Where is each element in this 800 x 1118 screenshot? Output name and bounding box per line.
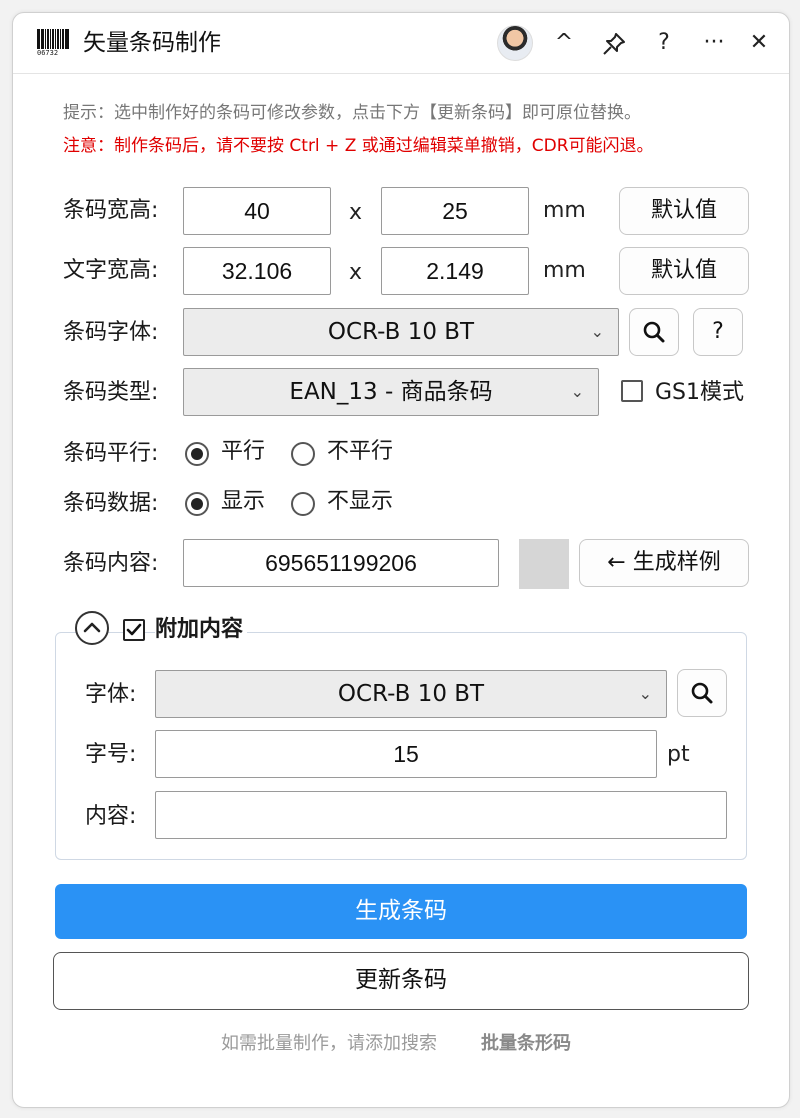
chevron-up-icon — [83, 622, 101, 633]
not-parallel-radio[interactable] — [291, 442, 315, 466]
barcode-logo-icon: 06732 — [37, 29, 69, 59]
footer-search-keyword[interactable]: 批量条形码 — [481, 1031, 571, 1057]
extra-content-title: 附加内容 — [155, 615, 248, 645]
barcode-content-input[interactable]: 695651199206 — [183, 539, 499, 587]
text-size-default-button[interactable]: 默认值 — [619, 247, 749, 295]
barcode-color-swatch[interactable] — [519, 539, 569, 589]
extra-content-input[interactable] — [155, 791, 727, 839]
parallel-option-label: 平行 — [221, 439, 266, 464]
help-button[interactable]: ? — [651, 27, 677, 59]
parallel-radio[interactable] — [185, 442, 209, 466]
text-size-separator: x — [349, 260, 363, 285]
extra-font-select[interactable]: OCR-B 10 BT ⌄ — [155, 670, 667, 718]
tip-text: 提示：选中制作好的条码可修改参数，点击下方【更新条码】即可原位替换。 — [63, 103, 641, 123]
generate-sample-button[interactable]: ← 生成样例 — [579, 539, 749, 587]
extra-size-label: 字号: — [85, 742, 137, 767]
footer-text: 如需批量制作，请添加搜索 — [221, 1033, 437, 1054]
text-width-input[interactable]: 32.106 — [183, 247, 331, 295]
text-height-input[interactable]: 2.149 — [381, 247, 529, 295]
checkmark-icon — [126, 623, 142, 636]
barcode-type-value: EAN_13 - 商品条码 — [289, 379, 493, 405]
extra-content-label: 内容: — [85, 804, 137, 829]
barcode-type-label: 条码类型: — [63, 380, 159, 405]
extra-font-value: OCR-B 10 BT — [337, 681, 485, 707]
barcode-type-select[interactable]: EAN_13 - 商品条码 ⌄ — [183, 368, 599, 416]
barcode-font-search-button[interactable] — [629, 308, 679, 356]
barcode-height-input[interactable]: 25 — [381, 187, 529, 235]
barcode-width-input[interactable]: 40 — [183, 187, 331, 235]
show-data-radio[interactable] — [185, 492, 209, 516]
text-size-unit: mm — [543, 258, 586, 283]
warning-text: 注意：制作条码后，请不要按 Ctrl + Z 或通过编辑菜单撤销，CDR可能闪退… — [63, 136, 654, 156]
collapse-window-button[interactable]: ^ — [551, 27, 577, 59]
barcode-font-help-button[interactable]: ? — [693, 308, 743, 356]
app-window: 06732 矢量条码制作 ^ ? ··· ✕ 提示：选中制作好的条码可修改参数，… — [12, 12, 790, 1108]
barcode-data-label: 条码数据: — [63, 491, 159, 516]
barcode-size-separator: x — [349, 200, 363, 225]
hide-data-radio[interactable] — [291, 492, 315, 516]
text-size-label: 文字宽高: — [63, 258, 159, 283]
app-title: 矢量条码制作 — [83, 30, 221, 56]
extra-font-search-button[interactable] — [677, 669, 727, 717]
chevron-down-icon: ⌄ — [570, 382, 584, 401]
not-parallel-option-label: 不平行 — [327, 439, 394, 464]
extra-font-label: 字体: — [85, 682, 137, 707]
close-button[interactable]: ✕ — [745, 27, 773, 59]
search-icon — [691, 682, 713, 704]
gs1-mode-label: GS1模式 — [655, 380, 745, 405]
collapse-group-button[interactable] — [75, 611, 109, 645]
pin-button[interactable] — [597, 27, 631, 59]
gs1-mode-checkbox[interactable] — [621, 380, 643, 402]
chevron-down-icon: ⌄ — [590, 322, 604, 341]
more-menu-button[interactable]: ··· — [699, 27, 729, 59]
generate-barcode-button[interactable]: 生成条码 — [55, 884, 747, 939]
extra-size-input[interactable]: 15 — [155, 730, 657, 778]
hide-data-option-label: 不显示 — [327, 489, 394, 514]
user-avatar[interactable] — [497, 25, 533, 61]
barcode-font-value: OCR-B 10 BT — [327, 319, 475, 345]
extra-content-checkbox[interactable] — [123, 619, 145, 641]
barcode-parallel-label: 条码平行: — [63, 441, 159, 466]
barcode-size-default-button[interactable]: 默认值 — [619, 187, 749, 235]
title-bar: 06732 矢量条码制作 ^ ? ··· ✕ — [13, 13, 789, 74]
chevron-down-icon: ⌄ — [638, 684, 652, 703]
show-data-option-label: 显示 — [221, 489, 266, 514]
barcode-size-unit: mm — [543, 198, 586, 223]
pin-icon — [603, 33, 625, 55]
barcode-content-label: 条码内容: — [63, 551, 159, 576]
barcode-font-label: 条码字体: — [63, 320, 159, 345]
logo-number: 06732 — [37, 49, 59, 57]
barcode-font-select[interactable]: OCR-B 10 BT ⌄ — [183, 308, 619, 356]
barcode-size-label: 条码宽高: — [63, 198, 159, 223]
extra-size-unit: pt — [667, 742, 690, 767]
search-icon — [643, 321, 665, 343]
update-barcode-button[interactable]: 更新条码 — [53, 952, 749, 1010]
